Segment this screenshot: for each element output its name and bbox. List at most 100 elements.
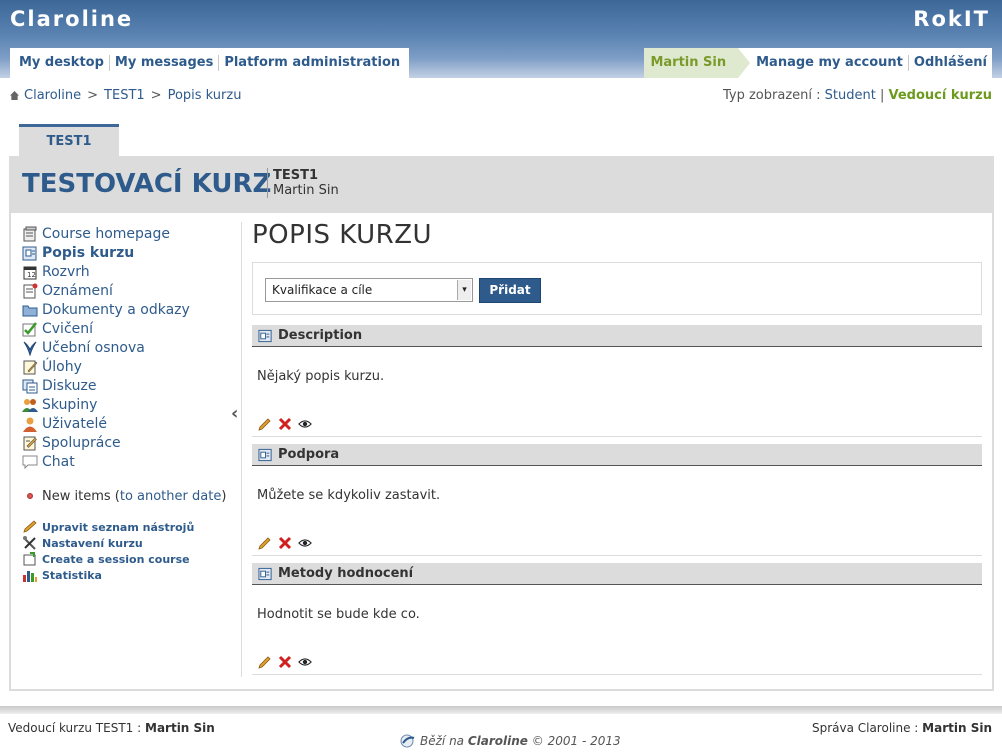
support-section: Podpora Můžete se kdykoliv zastavit. <box>252 444 982 556</box>
session-course-icon <box>23 552 36 566</box>
admin-link-label: Nastavení kurzu <box>42 536 143 550</box>
assessment-section: Metody hodnocení Hodnotit se bude kde co… <box>252 563 982 675</box>
section-body: Nějaký popis kurzu. <box>257 369 385 384</box>
sidebar-item-label: Course homepage <box>42 225 170 242</box>
sidebar-item-label: Chat <box>42 453 75 470</box>
main-nav: My desktop My messages Platform administ… <box>10 48 410 78</box>
footer-divider <box>0 706 1002 714</box>
view-mode-manager[interactable]: Vedoucí kurzu <box>889 88 992 103</box>
copyright: © 2001 - 2013 <box>531 734 621 748</box>
delete-icon[interactable] <box>278 417 292 431</box>
footer-left-name[interactable]: Martin Sin <box>145 721 215 735</box>
sidebar-item-label: Spolupráce <box>42 434 121 451</box>
section-title: Description <box>278 328 363 343</box>
breadcrumb-popis-kurzu[interactable]: Popis kurzu <box>168 88 242 103</box>
course-info: TEST1 Martin Sin <box>267 168 339 198</box>
sidebar-item-oznameni[interactable]: Oznámení <box>22 281 242 300</box>
powered-prefix: Běží na <box>420 734 465 748</box>
users-icon <box>23 417 37 432</box>
statistics-link[interactable]: Statistika <box>22 567 242 583</box>
view-mode: Typ zobrazení : Student | Vedoucí kurzu <box>723 88 992 103</box>
home-icon <box>10 91 19 100</box>
select-value: Kvalifikace a cíle <box>272 283 373 297</box>
collapse-sidebar-icon[interactable]: ‹ <box>231 403 238 424</box>
sidebar-item-label: Skupiny <box>42 396 98 413</box>
manage-account-link[interactable]: Manage my account <box>738 55 909 71</box>
sidebar-item-cviceni[interactable]: Cvičení <box>22 319 242 338</box>
edit-pencil-icon[interactable] <box>258 417 272 431</box>
new-items-date-link[interactable]: to another date <box>120 489 221 504</box>
sidebar-item-label: Úlohy <box>42 358 82 375</box>
calendar-icon: 12 <box>23 266 37 279</box>
sidebar-item-ulohy[interactable]: Úlohy <box>22 357 242 376</box>
delete-icon[interactable] <box>278 655 292 669</box>
new-items-label: New items ( <box>42 488 120 504</box>
statistics-icon <box>23 571 37 582</box>
section-actions <box>252 411 982 437</box>
footer-right-name[interactable]: Martin Sin <box>922 721 992 735</box>
section-header: Podpora <box>252 444 982 466</box>
institution-name[interactable]: RokIT <box>913 7 990 31</box>
sidebar-item-uzivatele[interactable]: Uživatelé <box>22 414 242 433</box>
edit-tool-list-link[interactable]: Upravit seznam nástrojů <box>22 519 242 535</box>
create-session-course-link[interactable]: Create a session course <box>22 551 242 567</box>
section-header: Metody hodnocení <box>252 563 982 585</box>
sidebar: Course homepage Popis kurzu 12 Rozvrh Oz… <box>22 224 242 583</box>
delete-icon[interactable] <box>278 536 292 550</box>
footer-powered-by: Běží na Claroline © 2001 - 2013 <box>400 734 621 748</box>
add-button[interactable]: Přidat <box>479 278 541 303</box>
course-header: TESTOVACÍ KURZ TEST1 Martin Sin <box>11 158 992 213</box>
description-type-select[interactable]: Kvalifikace a cíle ▾ <box>265 278 473 302</box>
edit-pencil-icon[interactable] <box>258 655 272 669</box>
breadcrumb-separator: > <box>150 88 162 103</box>
course-settings-link[interactable]: Nastavení kurzu <box>22 535 242 551</box>
svg-text:12: 12 <box>27 271 36 279</box>
tab-platform-administration[interactable]: Platform administration <box>219 55 405 71</box>
site-name[interactable]: Claroline <box>10 7 133 31</box>
breadcrumb-claroline[interactable]: Claroline <box>24 88 81 103</box>
sidebar-item-skupiny[interactable]: Skupiny <box>22 395 242 414</box>
main-content: POPIS KURZU Kvalifikace a cíle ▾ Přidat … <box>252 220 982 675</box>
tab-my-desktop[interactable]: My desktop <box>14 55 110 71</box>
section-actions <box>252 530 982 556</box>
section-title: Podpora <box>278 447 340 462</box>
sidebar-item-dokumenty[interactable]: Dokumenty a odkazy <box>22 300 242 319</box>
sidebar-item-label: Oznámení <box>42 282 113 299</box>
section-actions <box>252 649 982 675</box>
sidebar-item-spoluprace[interactable]: Spolupráce <box>22 433 242 452</box>
view-mode-student[interactable]: Student <box>825 88 876 103</box>
visibility-eye-icon[interactable] <box>298 417 312 431</box>
tab-my-messages[interactable]: My messages <box>110 55 220 71</box>
logout-link[interactable]: Odhlášení <box>909 55 992 71</box>
course-teacher: Martin Sin <box>273 183 339 198</box>
admin-link-label: Create a session course <box>42 552 190 566</box>
view-mode-separator: | <box>879 88 885 103</box>
chat-icon <box>22 455 38 469</box>
visibility-eye-icon[interactable] <box>298 655 312 669</box>
sidebar-item-ucebni-osnova[interactable]: Učební osnova <box>22 338 242 357</box>
section-header: Description <box>252 325 982 347</box>
sidebar-item-diskuze[interactable]: Diskuze <box>22 376 242 395</box>
learning-path-icon <box>23 341 37 356</box>
course-title[interactable]: TESTOVACÍ KURZ <box>22 169 271 199</box>
breadcrumb-test1[interactable]: TEST1 <box>104 88 145 103</box>
course-tab[interactable]: TEST1 <box>19 124 119 157</box>
edit-pencil-icon[interactable] <box>258 536 272 550</box>
sidebar-item-label: Dokumenty a odkazy <box>42 301 190 318</box>
description-section: Description Nějaký popis kurzu. <box>252 325 982 437</box>
admin-link-label: Statistika <box>42 568 102 582</box>
visibility-eye-icon[interactable] <box>298 536 312 550</box>
footer-left-label: Vedoucí kurzu TEST1 : <box>8 721 142 735</box>
sidebar-item-popis-kurzu[interactable]: Popis kurzu <box>22 243 242 262</box>
wiki-icon <box>23 436 37 450</box>
sidebar-item-chat[interactable]: Chat <box>22 452 242 471</box>
powered-name[interactable]: Claroline <box>468 734 528 748</box>
user-nav: Martin Sin Manage my account Odhlášení <box>644 48 992 78</box>
breadcrumb: Claroline > TEST1 > Popis kurzu <box>10 88 241 103</box>
course-frame: TESTOVACÍ KURZ TEST1 Martin Sin Course h… <box>9 156 994 691</box>
sidebar-item-course-homepage[interactable]: Course homepage <box>22 224 242 243</box>
add-description-box: Kvalifikace a cíle ▾ Přidat <box>252 262 982 315</box>
checkmark-icon <box>22 321 37 336</box>
sidebar-item-rozvrh[interactable]: 12 Rozvrh <box>22 262 242 281</box>
sidebar-item-label: Diskuze <box>42 377 97 394</box>
